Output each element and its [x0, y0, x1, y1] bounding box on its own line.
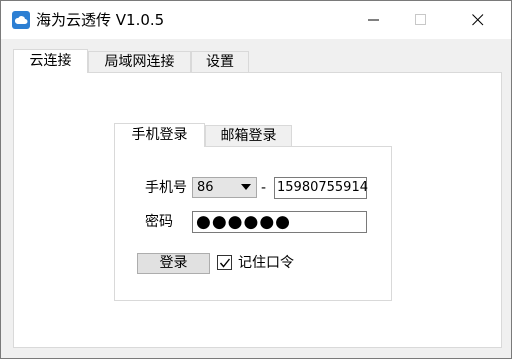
phone-input-value: 15980755914	[277, 180, 368, 195]
tab-settings[interactable]: 设置	[191, 51, 249, 72]
checkmark-icon	[219, 258, 231, 268]
close-button[interactable]	[455, 1, 501, 39]
password-input[interactable]: ●●●●●●	[192, 211, 367, 233]
maximize-button	[398, 1, 444, 39]
app-window: 海为云透传 V1.0.5 云连接 局域网连接 设置 手机登录 邮箱登录 手机号 …	[0, 0, 512, 359]
minimize-icon	[368, 19, 379, 21]
window-title: 海为云透传 V1.0.5	[36, 11, 165, 29]
country-code-value: 86	[197, 180, 214, 195]
tab-cloud-connection[interactable]: 云连接	[13, 49, 88, 73]
password-mask: ●●●●●●	[196, 212, 292, 232]
cloud-icon	[12, 11, 30, 29]
maximize-icon	[415, 14, 426, 25]
tab-email-login[interactable]: 邮箱登录	[205, 125, 292, 146]
remember-password-label[interactable]: 记住口令	[238, 253, 294, 273]
login-tabs: 手机登录 邮箱登录	[114, 123, 394, 147]
phone-separator: -	[261, 180, 267, 196]
phone-label: 手机号	[145, 180, 187, 196]
tab-phone-login[interactable]: 手机登录	[114, 123, 205, 147]
remember-password-checkbox[interactable]	[217, 255, 232, 270]
chevron-down-icon	[241, 184, 251, 190]
password-label: 密码	[145, 214, 173, 230]
minimize-button[interactable]	[351, 1, 397, 39]
close-icon	[472, 14, 484, 26]
country-code-select[interactable]: 86	[192, 177, 257, 198]
title-bar[interactable]: 海为云透传 V1.0.5	[1, 1, 511, 39]
tab-lan-connection[interactable]: 局域网连接	[88, 51, 191, 72]
login-button[interactable]: 登录	[137, 253, 210, 274]
main-tabs: 云连接 局域网连接 设置	[1, 49, 511, 73]
phone-input[interactable]: 15980755914	[274, 177, 368, 199]
